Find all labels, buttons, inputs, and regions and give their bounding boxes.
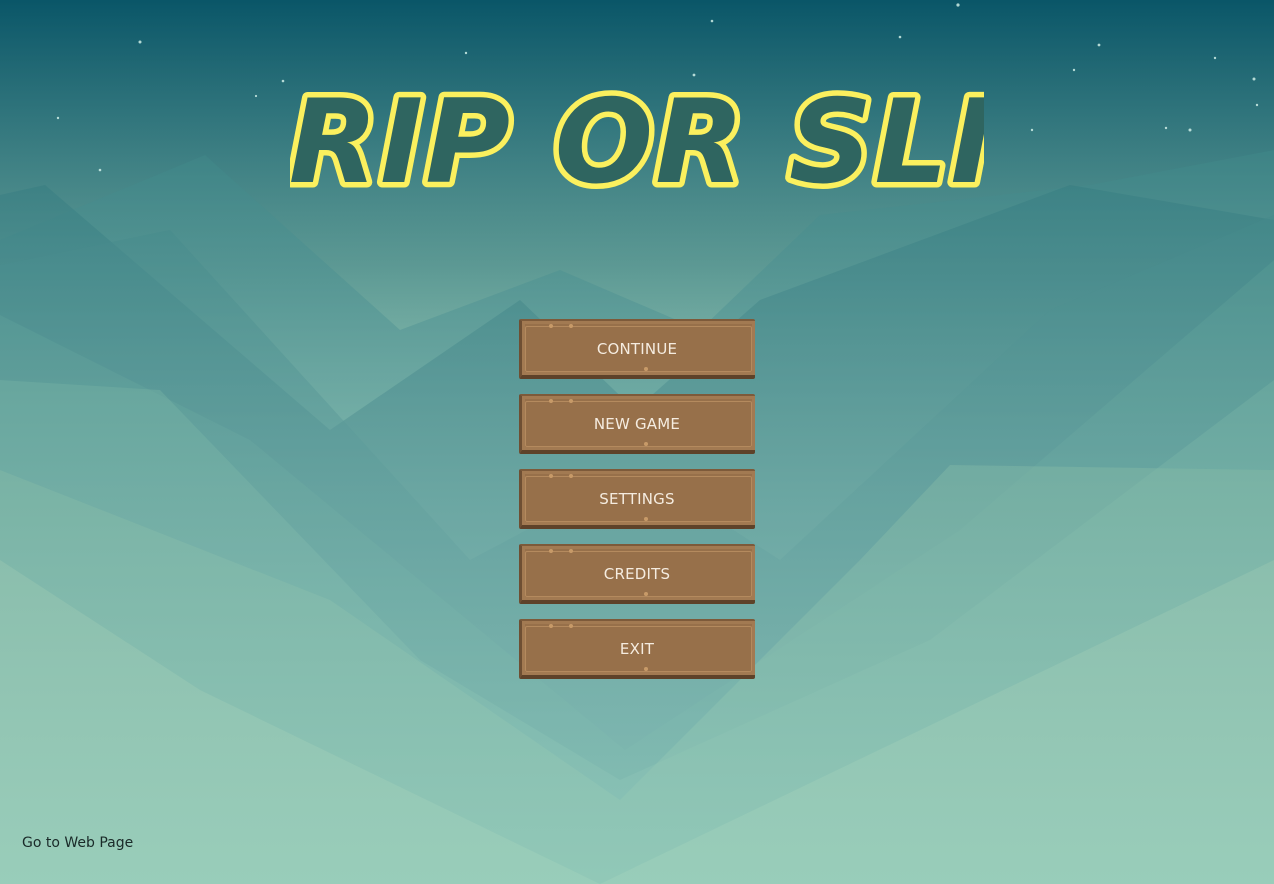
exit-label: EXIT <box>619 640 655 658</box>
nail-icon <box>569 474 573 478</box>
nail-icon <box>644 667 648 671</box>
credits-label: CREDITS <box>603 565 671 583</box>
nail-icon <box>644 592 648 596</box>
nail-icon <box>644 442 648 446</box>
settings-button[interactable]: SETTINGS <box>519 469 755 529</box>
main-menu: CONTINUE NEW GAME SETTINGS CREDITS EXIT <box>519 319 757 694</box>
new-game-label: NEW GAME <box>593 415 681 433</box>
nail-icon <box>549 399 553 403</box>
nail-icon <box>549 324 553 328</box>
exit-button[interactable]: EXIT <box>519 619 755 679</box>
game-title: GRIP OR SLIP <box>290 75 984 205</box>
nail-icon <box>549 474 553 478</box>
continue-button[interactable]: CONTINUE <box>519 319 755 379</box>
continue-label: CONTINUE <box>596 340 678 358</box>
nail-icon <box>569 399 573 403</box>
nail-icon <box>569 549 573 553</box>
nail-icon <box>569 324 573 328</box>
new-game-button[interactable]: NEW GAME <box>519 394 755 454</box>
credits-button[interactable]: CREDITS <box>519 544 755 604</box>
settings-label: SETTINGS <box>599 490 675 508</box>
game-title-logo: GRIP OR SLIP <box>290 70 984 205</box>
nail-icon <box>549 624 553 628</box>
nail-icon <box>569 624 573 628</box>
go-to-web-page-link[interactable]: Go to Web Page <box>22 835 133 851</box>
nail-icon <box>549 549 553 553</box>
nail-icon <box>644 517 648 521</box>
nail-icon <box>644 367 648 371</box>
